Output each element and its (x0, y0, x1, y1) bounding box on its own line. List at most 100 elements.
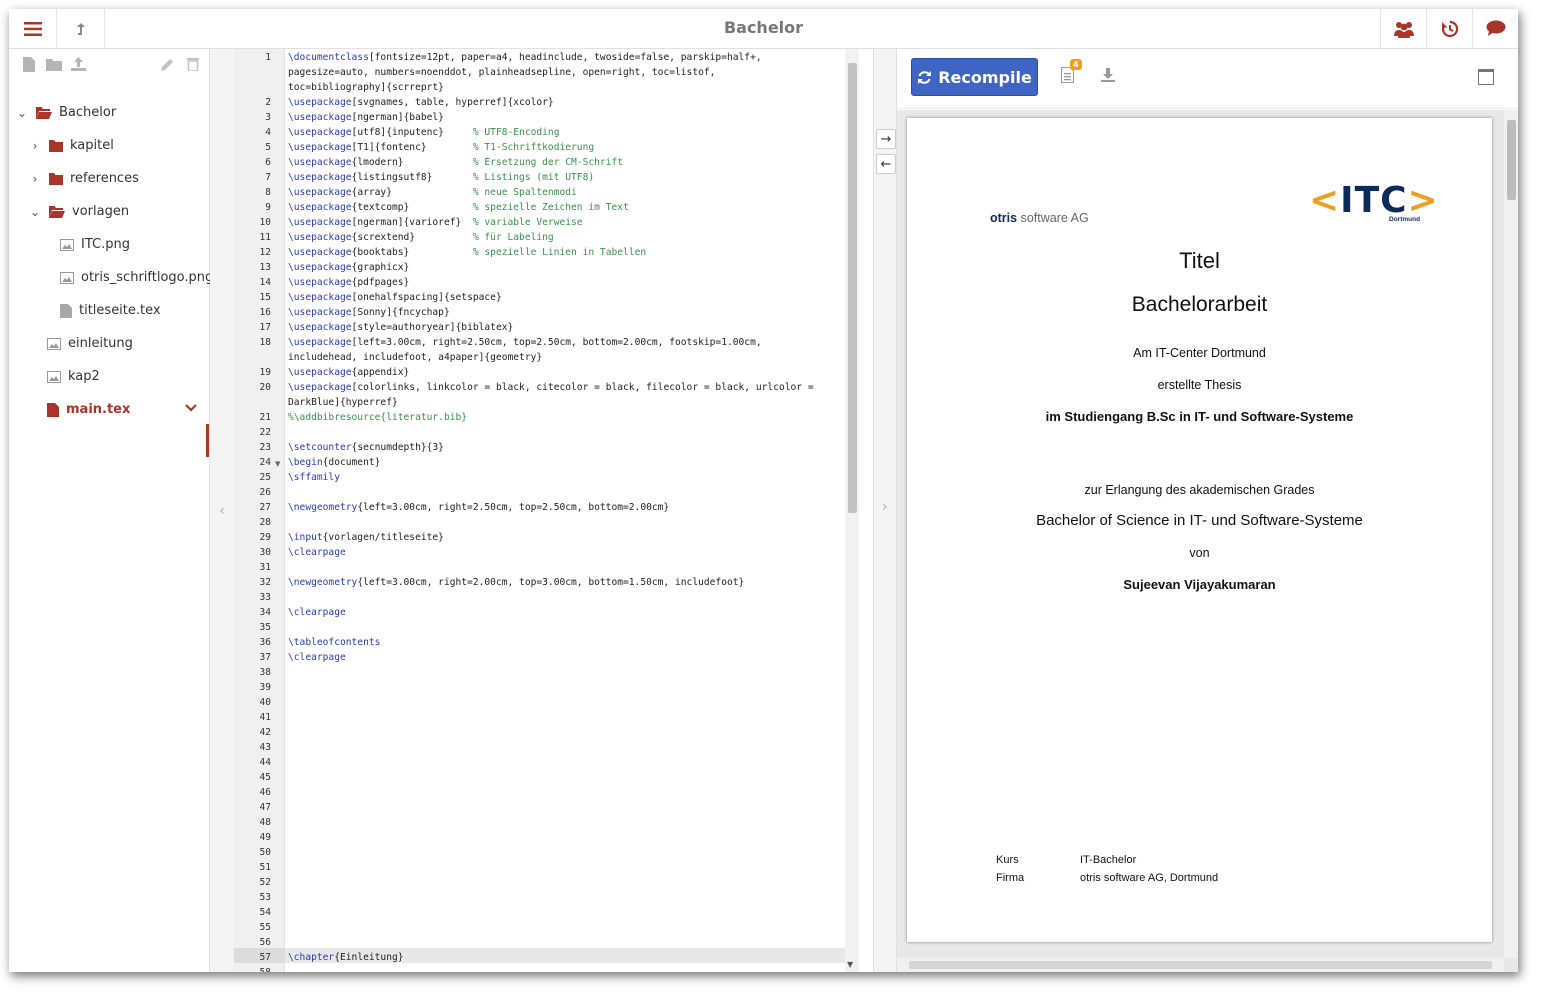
code-area[interactable]: \documentclass[fontsize=12pt, paper=a4, … (285, 49, 845, 972)
new-file-button[interactable] (16, 54, 41, 74)
pdf-kurs-label: Kurs (996, 854, 1019, 866)
pdf-kurs-value: IT-Bachelor (1080, 854, 1137, 866)
code-editor[interactable]: 1 2 3 4 5 6 7 8 9 10 11 12 13 14 15 16 17 18 19 20 21 22 23 24 ▼… (234, 49, 859, 972)
code-line: %\addbibresource{literatur.bib} (288, 412, 467, 423)
line-number: 55 (259, 922, 271, 933)
pdf-hscroll-thumb[interactable] (909, 961, 1492, 969)
code-line: pagesize=auto, numbers=noenddot, plainhe… (288, 67, 715, 78)
collapse-file-tree-handle[interactable]: ‹ (210, 49, 234, 972)
line-number: 33 (259, 592, 271, 603)
code-text: {textcomp} (351, 202, 473, 213)
download-pdf-button[interactable] (1101, 67, 1115, 86)
upload-button[interactable] (66, 54, 91, 74)
log-count-badge: 4 (1070, 59, 1082, 70)
tree-folder-references[interactable]: › references (29, 162, 139, 195)
line-number: 37 (259, 652, 271, 663)
folder-icon (49, 172, 63, 185)
tree-file-einleitung[interactable]: einleitung (47, 327, 133, 360)
itc-logo: <ITC> (1309, 180, 1439, 221)
line-number: 48 (259, 817, 271, 828)
tree-root-folder[interactable]: ⌄ Bachelor (16, 96, 116, 129)
code-line: \usepackage{scrextend} % für Labeling (288, 232, 554, 243)
code-line: \setcounter{secnumdepth}{3} (288, 442, 444, 453)
line-number: 51 (259, 862, 271, 873)
logs-button[interactable]: 4 (1061, 59, 1082, 87)
pdf-horizontal-scrollbar[interactable] (897, 958, 1504, 972)
editor-scrollbar-thumb[interactable] (848, 63, 857, 513)
rename-button[interactable] (155, 54, 180, 74)
code-keyword: \clearpage (288, 607, 346, 618)
tree-file-itc-png[interactable]: ITC.png (60, 228, 130, 261)
back-to-projects-button[interactable] (57, 9, 105, 48)
sync-to-code-button[interactable]: ← (876, 154, 896, 174)
otris-logo: otris software AG (990, 211, 1089, 225)
maximize-icon[interactable] (1478, 69, 1494, 85)
tree-item-label: ITC.png (81, 237, 130, 252)
delete-button[interactable] (180, 54, 205, 74)
code-line: \usepackage[left=3.00cm, right=2.50cm, t… (288, 337, 762, 348)
code-comment: % neue Spaltenmodi (472, 187, 577, 198)
line-number: 8 (265, 187, 271, 198)
line-number: 7 (265, 172, 271, 183)
code-line: includehead, includefoot, a4paper]{geome… (288, 352, 542, 363)
share-button[interactable] (1380, 9, 1426, 48)
tree-file-otris-logo[interactable]: otris_schriftlogo.png (60, 261, 213, 294)
trash-icon (186, 58, 199, 71)
code-line: \usepackage[svgnames, table, hyperref]{x… (288, 97, 554, 108)
tree-file-kap2[interactable]: kap2 (47, 360, 100, 393)
tree-file-titleseite[interactable]: titleseite.tex (60, 294, 161, 327)
tree-folder-kapitel[interactable]: › kapitel (29, 129, 114, 162)
code-text: [fontsize=12pt, paper=a4, headinclude, t… (368, 52, 762, 63)
code-keyword: \sffamily (288, 472, 340, 483)
code-keyword: \usepackage (288, 232, 352, 243)
code-comment: % für Labeling (472, 232, 554, 243)
sync-to-pdf-button[interactable]: → (876, 129, 896, 149)
code-text: {appendix} (351, 367, 410, 378)
tree-item-label: main.tex (66, 402, 131, 417)
code-line: \chapter{Einleitung} (288, 952, 404, 963)
code-keyword: \usepackage (288, 97, 352, 108)
new-folder-button[interactable] (41, 54, 66, 74)
editor-scrollbar[interactable]: ▼ (845, 49, 859, 972)
pdf-scrollbar-thumb[interactable] (1507, 120, 1516, 200)
file-menu-chevron-icon[interactable] (185, 401, 197, 416)
pdf-vertical-scrollbar[interactable] (1504, 110, 1518, 958)
pdf-viewer[interactable]: otris software AG <ITC> Dortmund Titel B… (897, 110, 1518, 972)
code-text: [style=authoryear]{biblatex} (351, 322, 514, 333)
scroll-down-arrow-icon[interactable]: ▼ (847, 960, 853, 969)
fold-arrow-icon[interactable]: ▼ (275, 460, 280, 468)
code-comment: % spezielle Linien in Tabellen (472, 247, 647, 258)
code-line: \input{vorlagen/titleseite} (288, 532, 444, 543)
code-keyword: \usepackage (288, 172, 352, 183)
history-button[interactable] (1426, 9, 1472, 48)
code-text: [ngerman]{babel} (351, 112, 444, 123)
code-line: \usepackage[style=authoryear]{biblatex} (288, 322, 513, 333)
code-keyword: \usepackage (288, 127, 352, 138)
tree-item-label: einleitung (68, 336, 133, 351)
line-number: 42 (259, 727, 271, 738)
folder-open-icon (49, 205, 65, 218)
recompile-button[interactable]: Recompile (911, 58, 1038, 96)
line-number: 3 (265, 112, 271, 123)
tree-file-main-tex[interactable]: main.tex (47, 393, 197, 426)
code-line: \tableofcontents (288, 637, 380, 648)
line-number: 21 (259, 412, 271, 423)
menu-button[interactable] (9, 9, 57, 48)
selection-indicator (206, 424, 209, 457)
pdf-firma-label: Firma (996, 872, 1025, 884)
chevron-right-icon[interactable]: › (882, 499, 888, 515)
pdf-line-degree: Bachelor of Science in IT- und Software-… (1036, 512, 1363, 529)
line-number: 32 (259, 577, 271, 588)
line-number: 10 (259, 217, 271, 228)
hamburger-icon (23, 21, 42, 36)
chat-button[interactable] (1472, 9, 1518, 48)
folder-icon (49, 139, 63, 152)
code-text: [Sonny]{fncychap} (351, 307, 450, 318)
tree-folder-vorlagen[interactable]: ⌄ vorlagen (29, 195, 129, 228)
code-line: \newgeometry{left=3.00cm, right=2.50cm, … (288, 502, 669, 513)
pencil-icon (161, 58, 173, 71)
history-icon (1441, 20, 1458, 37)
code-keyword: \usepackage (288, 382, 352, 393)
code-text: pagesize=auto, numbers=noenddot, plainhe… (288, 67, 716, 78)
line-number: 52 (259, 877, 271, 888)
